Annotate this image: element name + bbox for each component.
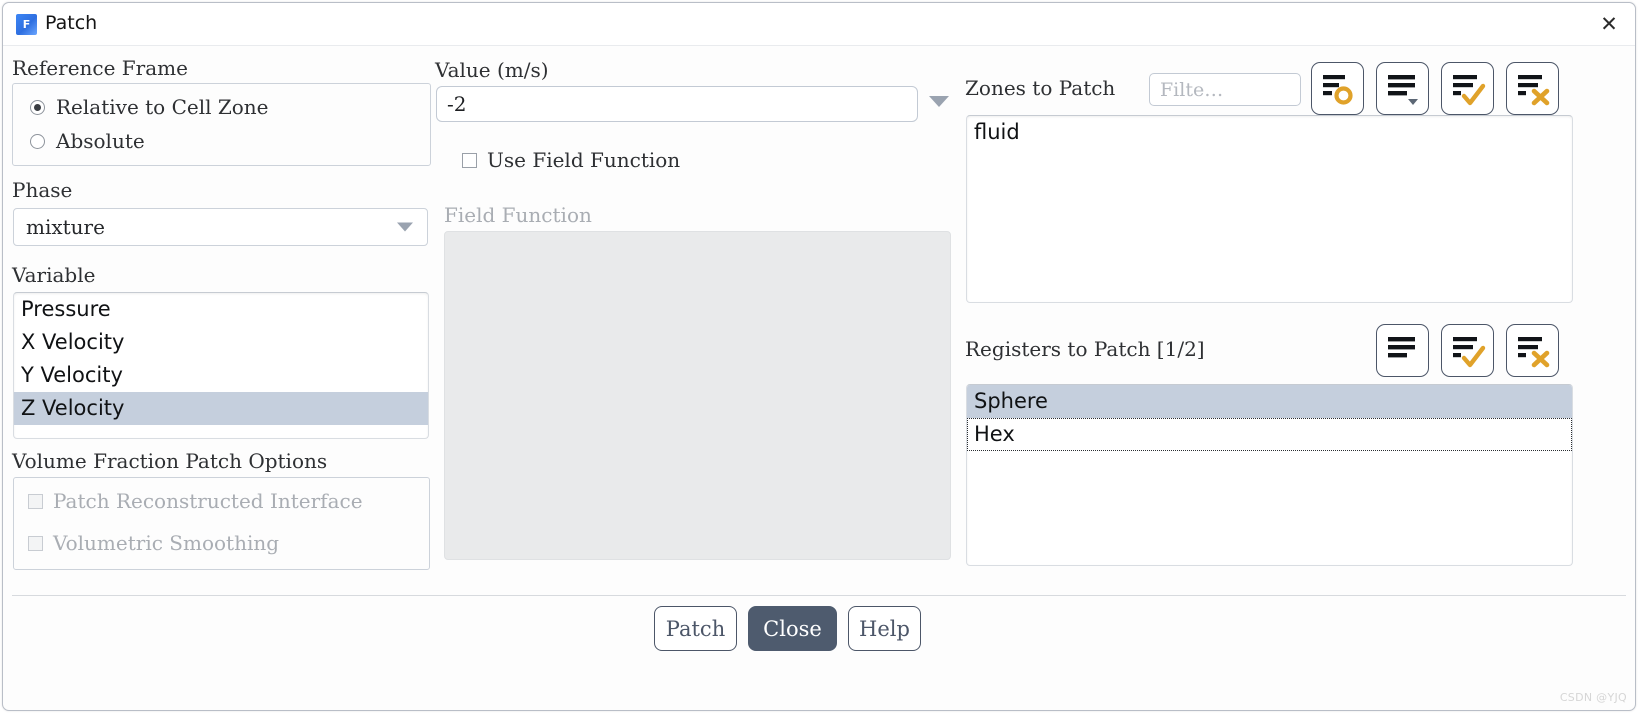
reference-frame-label: Reference Frame: [12, 56, 188, 80]
checkbox-label: Volumetric Smoothing: [53, 531, 280, 555]
list-menu-icon: [1388, 337, 1415, 358]
window-title: Patch: [45, 12, 98, 34]
checkbox-patch-reconstructed-interface: Patch Reconstructed Interface: [28, 489, 363, 513]
checkbox-volumetric-smoothing: Volumetric Smoothing: [28, 531, 279, 555]
registers-select-all-button[interactable]: [1441, 324, 1494, 377]
radio-absolute[interactable]: Absolute: [30, 129, 145, 153]
field-function-label: Field Function: [444, 203, 592, 227]
checkbox-indicator: [28, 493, 43, 509]
deselect-all-icon: [1518, 75, 1550, 106]
patch-button[interactable]: Patch: [654, 606, 737, 651]
phase-select[interactable]: mixture: [13, 208, 428, 246]
fluent-logo-icon: F: [16, 14, 37, 35]
deselect-all-icon: [1518, 337, 1550, 368]
list-menu-dropdown-icon: [1388, 75, 1418, 105]
footer-divider: [12, 595, 1626, 596]
watermark: CSDN @YJQ: [1559, 691, 1627, 704]
phase-label: Phase: [12, 178, 73, 202]
zones-select-all-button[interactable]: [1441, 62, 1494, 115]
field-function-listbox: [444, 231, 951, 560]
list-item[interactable]: Sphere: [967, 385, 1572, 418]
checkbox-label: Use Field Function: [487, 148, 681, 172]
radio-relative-to-cell-zone[interactable]: Relative to Cell Zone: [30, 95, 269, 119]
zones-deselect-all-button[interactable]: [1506, 62, 1559, 115]
list-item[interactable]: X Velocity: [14, 326, 428, 359]
volume-fraction-label: Volume Fraction Patch Options: [12, 449, 328, 473]
zones-list-menu-button[interactable]: [1376, 62, 1429, 115]
close-icon[interactable]: ✕: [1593, 9, 1625, 41]
variable-listbox[interactable]: Pressure X Velocity Y Velocity Z Velocit…: [13, 292, 429, 439]
zones-to-patch-label: Zones to Patch: [965, 76, 1116, 100]
checkbox-use-field-function[interactable]: Use Field Function: [462, 148, 680, 172]
registers-listbox[interactable]: Sphere Hex: [966, 384, 1573, 566]
radio-label: Absolute: [56, 129, 145, 153]
list-options-icon: [1323, 75, 1353, 105]
checkbox-indicator: [462, 152, 477, 168]
chevron-down-icon: [397, 222, 413, 232]
registers-to-patch-label: Registers to Patch [1/2]: [965, 337, 1205, 361]
registers-list-menu-button[interactable]: [1376, 324, 1429, 377]
zones-listbox[interactable]: fluid: [966, 115, 1573, 303]
list-item[interactable]: Z Velocity: [14, 392, 428, 425]
value-input[interactable]: [436, 86, 918, 122]
patch-dialog: F Patch ✕ Reference Frame Relative to Ce…: [2, 2, 1636, 711]
list-item[interactable]: Pressure: [14, 293, 428, 326]
checkbox-label: Patch Reconstructed Interface: [53, 489, 363, 513]
radio-indicator: [30, 133, 45, 149]
list-item[interactable]: Y Velocity: [14, 359, 428, 392]
select-all-icon: [1453, 337, 1486, 368]
list-item[interactable]: fluid: [967, 116, 1572, 149]
checkbox-indicator: [28, 535, 43, 551]
close-button[interactable]: Close: [748, 606, 837, 651]
title-bar: F Patch ✕: [3, 3, 1635, 46]
radio-label: Relative to Cell Zone: [56, 95, 269, 119]
select-all-icon: [1453, 75, 1486, 106]
zones-filter-input[interactable]: [1149, 73, 1301, 106]
help-button[interactable]: Help: [848, 606, 921, 651]
value-label: Value (m/s): [435, 58, 549, 82]
reference-frame-panel: Relative to Cell Zone Absolute: [12, 83, 431, 166]
phase-value: mixture: [26, 215, 105, 239]
registers-deselect-all-button[interactable]: [1506, 324, 1559, 377]
variable-label: Variable: [12, 263, 96, 287]
volume-fraction-panel: Patch Reconstructed Interface Volumetric…: [13, 477, 430, 570]
value-dropdown-icon[interactable]: [929, 96, 949, 107]
zones-list-options-button[interactable]: [1311, 62, 1364, 115]
radio-indicator: [30, 99, 45, 115]
list-item[interactable]: Hex: [967, 418, 1572, 451]
